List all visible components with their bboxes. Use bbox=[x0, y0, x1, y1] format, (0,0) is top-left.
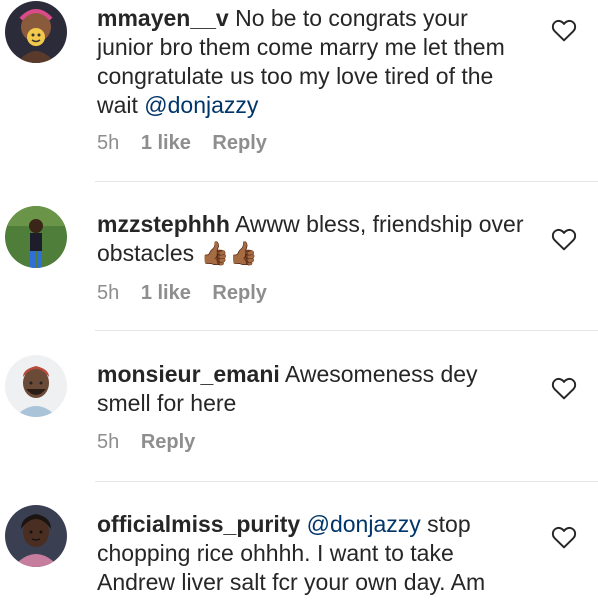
comment-time: 5h bbox=[97, 282, 120, 304]
divider bbox=[95, 330, 598, 331]
reply-button[interactable]: Reply bbox=[141, 431, 195, 453]
heart-outline-icon[interactable] bbox=[551, 376, 577, 400]
comment-text: officialmiss_purity @donjazzy stop chopp… bbox=[97, 510, 527, 597]
avatar[interactable] bbox=[5, 355, 67, 417]
reply-button[interactable]: Reply bbox=[212, 132, 266, 154]
comment-text: mmayen__v No be to congrats your junior … bbox=[97, 4, 527, 120]
comment-text: monsieur_emani Awesomeness dey smell for… bbox=[97, 360, 527, 418]
comment-likes[interactable]: 1 like bbox=[141, 282, 191, 304]
comment-mention[interactable]: @donjazzy bbox=[144, 92, 258, 118]
comment-likes[interactable]: 1 like bbox=[141, 132, 191, 154]
comment-meta: 5h 1 like Reply bbox=[97, 132, 283, 155]
comment-username[interactable]: mmayen__v bbox=[97, 5, 229, 31]
comment-meta: 5h 1 like Reply bbox=[97, 282, 283, 305]
comment-username[interactable]: monsieur_emani bbox=[97, 361, 280, 387]
comment-meta: 5h Reply bbox=[97, 431, 211, 454]
reply-button[interactable]: Reply bbox=[212, 282, 266, 304]
comment-time: 5h bbox=[97, 132, 120, 154]
heart-outline-icon[interactable] bbox=[551, 18, 577, 42]
comment-mention[interactable]: @donjazzy bbox=[307, 511, 421, 537]
heart-outline-icon[interactable] bbox=[551, 525, 577, 549]
avatar[interactable] bbox=[5, 1, 67, 63]
comment-username[interactable]: officialmiss_purity bbox=[97, 511, 300, 537]
divider bbox=[95, 481, 598, 482]
comment-text: mzzstephhh Awww bless, friendship over o… bbox=[97, 210, 527, 268]
divider bbox=[95, 181, 598, 182]
comments-feed: mmayen__v No be to congrats your junior … bbox=[0, 0, 598, 600]
avatar[interactable] bbox=[5, 206, 67, 268]
comment-username[interactable]: mzzstephhh bbox=[97, 211, 230, 237]
comment-time: 5h bbox=[97, 431, 120, 453]
heart-outline-icon[interactable] bbox=[551, 227, 577, 251]
thumbs-up-emoji: 👍🏾👍🏾 bbox=[200, 240, 258, 266]
avatar[interactable] bbox=[5, 505, 67, 567]
